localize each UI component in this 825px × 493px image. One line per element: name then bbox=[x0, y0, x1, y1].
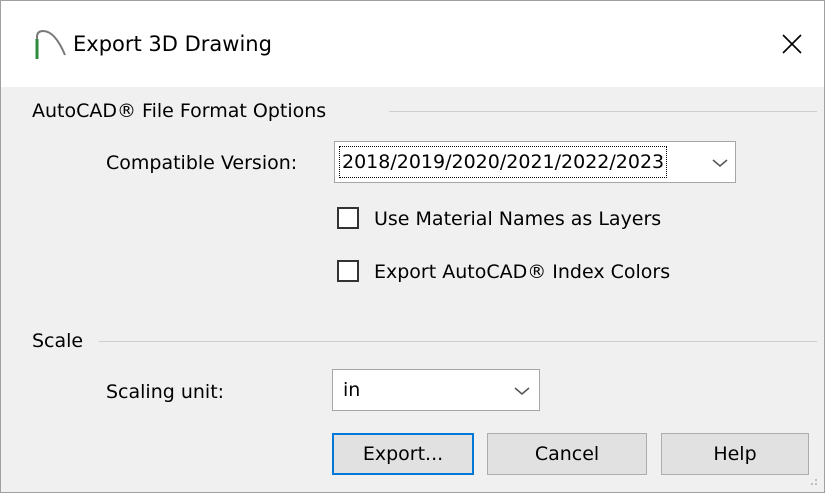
autocad-group-divider bbox=[389, 111, 817, 112]
dialog-title: Export 3D Drawing bbox=[73, 32, 272, 56]
cancel-button[interactable]: Cancel bbox=[487, 433, 647, 475]
export-index-colors-checkbox[interactable] bbox=[337, 260, 359, 282]
scaling-unit-value: in bbox=[343, 379, 361, 401]
export-index-colors-label: Export AutoCAD® Index Colors bbox=[374, 261, 671, 283]
title-bar[interactable]: Export 3D Drawing bbox=[1, 1, 824, 87]
scaling-unit-label: Scaling unit: bbox=[106, 381, 225, 403]
use-material-names-label: Use Material Names as Layers bbox=[374, 208, 662, 230]
scaling-unit-select[interactable]: in bbox=[332, 369, 540, 411]
close-icon bbox=[782, 34, 802, 54]
chevron-down-icon bbox=[712, 159, 728, 167]
scale-group-divider bbox=[99, 341, 817, 342]
help-button[interactable]: Help bbox=[661, 433, 809, 475]
export-button[interactable]: Export... bbox=[332, 433, 474, 475]
scale-group-label: Scale bbox=[32, 330, 84, 352]
compatible-version-select[interactable]: 2018/2019/2020/2021/2022/2023 bbox=[334, 141, 736, 183]
chevron-down-icon bbox=[514, 387, 530, 395]
resize-grip-icon[interactable] bbox=[806, 474, 818, 486]
chief-architect-arc-icon bbox=[35, 29, 66, 59]
autocad-group-label: AutoCAD® File Format Options bbox=[32, 100, 327, 122]
compatible-version-label: Compatible Version: bbox=[106, 152, 298, 174]
export-3d-drawing-dialog: Export 3D Drawing AutoCAD® File Format O… bbox=[0, 0, 825, 493]
compatible-version-value: 2018/2019/2020/2021/2022/2023 bbox=[339, 146, 668, 178]
close-button[interactable] bbox=[760, 1, 824, 87]
use-material-names-checkbox[interactable] bbox=[337, 207, 359, 229]
